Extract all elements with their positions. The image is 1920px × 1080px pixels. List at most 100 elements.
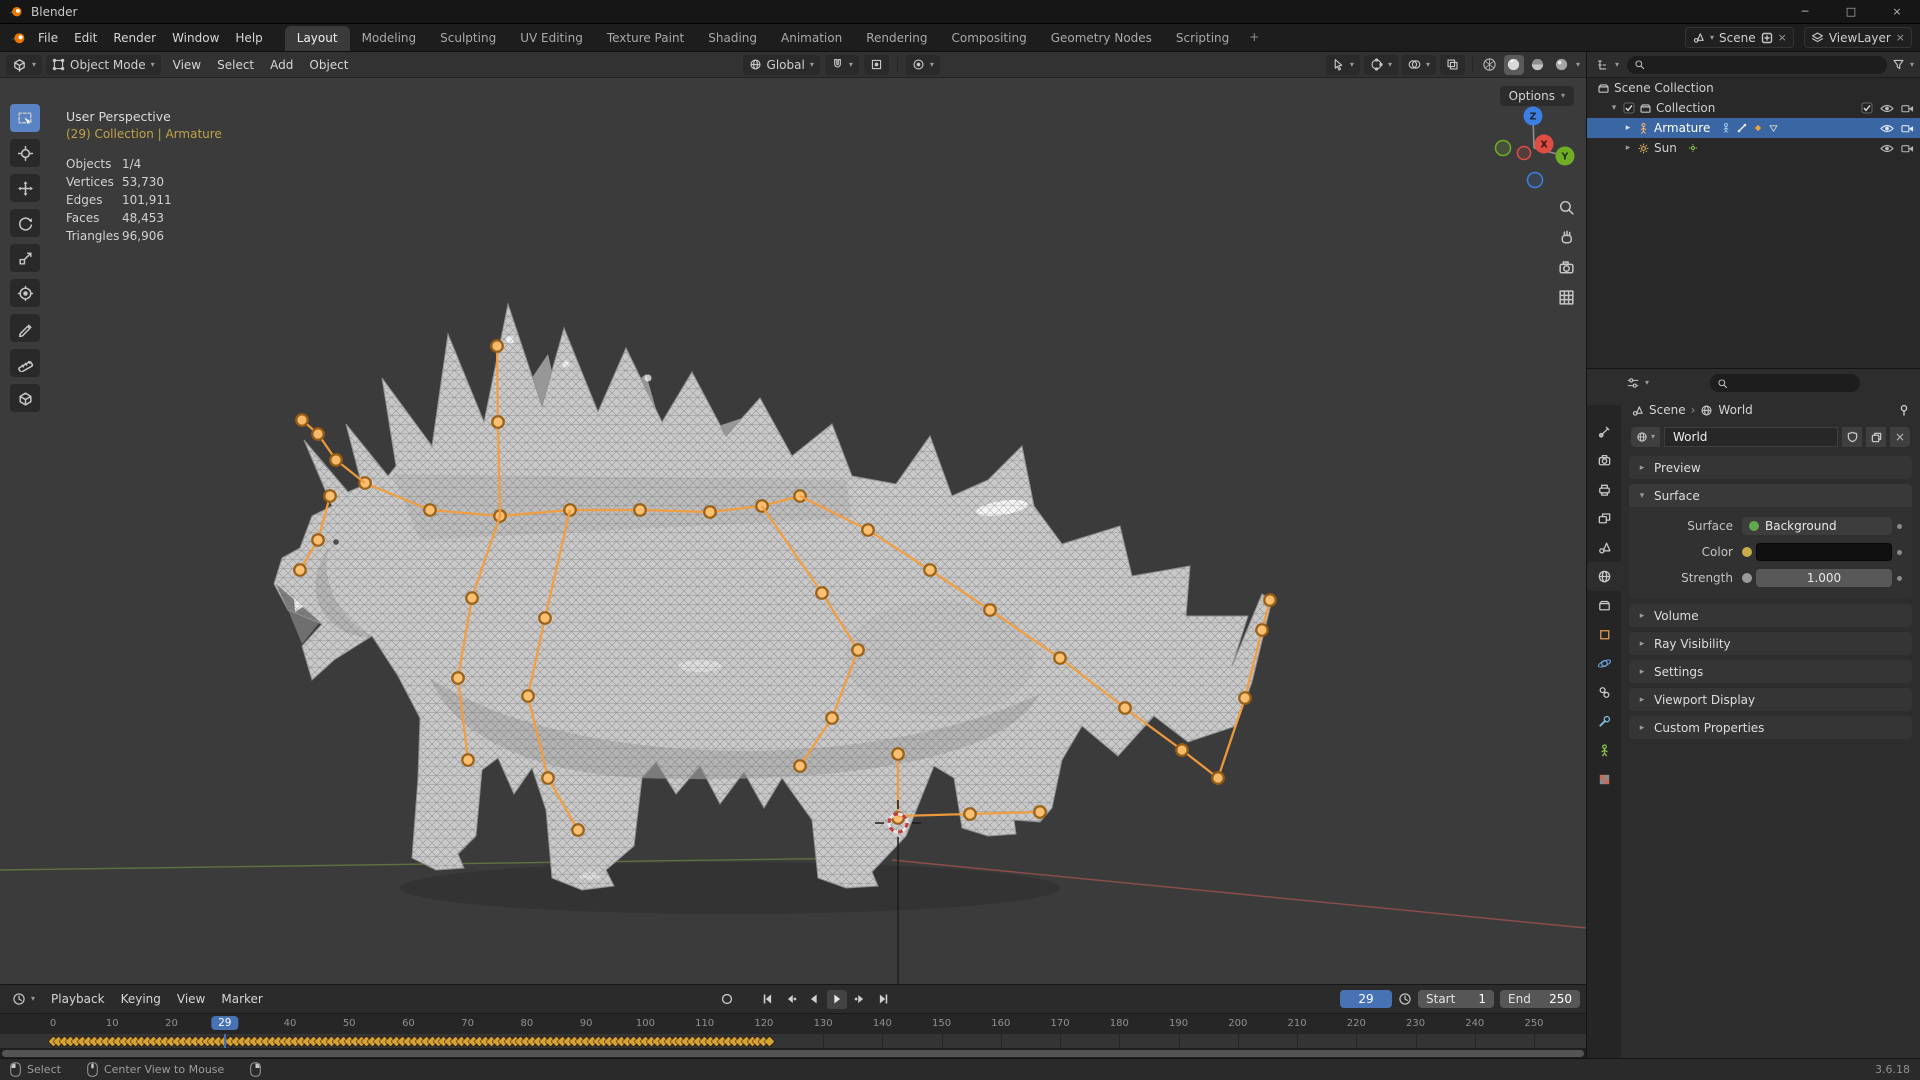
properties-search[interactable] — [1710, 374, 1860, 392]
blender-menu-icon[interactable] — [10, 30, 26, 46]
surface-type-button[interactable]: Background — [1742, 517, 1892, 535]
workspace-tab[interactable]: Shading — [696, 26, 769, 51]
decorator-dot[interactable] — [1892, 576, 1906, 581]
viewport-menu-item[interactable]: View — [165, 54, 209, 76]
new-scene-icon[interactable] — [1761, 32, 1773, 44]
filter-funnel-icon[interactable] — [1892, 58, 1905, 71]
world-tab[interactable] — [1587, 562, 1621, 591]
snap-toggle[interactable]: ▾ — [824, 54, 859, 75]
outliner-editor-type-button[interactable]: ▾ — [1593, 55, 1622, 75]
checkbox-checked-icon[interactable] — [1861, 102, 1873, 114]
object-tab[interactable] — [1587, 620, 1621, 649]
outliner-item-sun[interactable]: ▸ Sun — [1587, 138, 1920, 158]
strength-field[interactable]: 1.000 — [1756, 569, 1892, 587]
auto-keying-button[interactable] — [717, 990, 737, 1009]
workspace-tab[interactable]: Sculpting — [428, 26, 508, 51]
hide-eye-icon[interactable] — [1880, 143, 1894, 154]
outliner-item-armature[interactable]: ▸ Armature — [1587, 118, 1920, 138]
end-frame-field[interactable]: End 250 — [1500, 990, 1580, 1008]
vertex-group-icon[interactable] — [1768, 123, 1779, 134]
breadcrumb-scene[interactable]: Scene — [1649, 403, 1686, 417]
navigation-gizmo[interactable]: Z X Y — [1486, 100, 1582, 196]
color-socket-icon[interactable] — [1742, 547, 1752, 557]
scene-selector[interactable]: ▾ Scene × — [1685, 27, 1794, 48]
modifiers-tab[interactable] — [1587, 707, 1621, 736]
topbar-menu-item[interactable]: Help — [227, 27, 270, 49]
view-layer-tab[interactable] — [1587, 504, 1621, 533]
texture-tab[interactable] — [1587, 765, 1621, 794]
cursor-tool[interactable] — [10, 139, 40, 167]
workspace-tab[interactable]: Modeling — [350, 26, 429, 51]
light-data-icon[interactable] — [1687, 142, 1699, 154]
workspace-tab[interactable]: Texture Paint — [595, 26, 696, 51]
timeline-menu-item[interactable]: Marker — [213, 988, 270, 1010]
workspace-tab[interactable]: Rendering — [854, 26, 939, 51]
outliner-item-collection[interactable]: ▾ Collection — [1587, 98, 1920, 118]
unlink-world-button[interactable]: × — [1890, 427, 1910, 447]
close-button[interactable]: × — [1874, 0, 1920, 23]
timeline-menu-item[interactable]: Keying — [113, 988, 169, 1010]
decorator-dot[interactable] — [1892, 550, 1906, 555]
panel-viewport-display[interactable]: ▸ Viewport Display — [1629, 688, 1912, 711]
workspace-tab[interactable]: Compositing — [939, 26, 1038, 51]
creature-mesh[interactable] — [273, 303, 1273, 891]
gizmo-axis-neg-z[interactable] — [1526, 171, 1544, 189]
topbar-menu-item[interactable]: File — [30, 27, 66, 49]
3d-scene[interactable] — [0, 78, 1586, 984]
play-button[interactable] — [827, 989, 848, 1009]
editor-type-button[interactable]: ▾ — [6, 54, 43, 75]
rotate-tool[interactable] — [10, 209, 40, 237]
jump-to-end-button[interactable] — [873, 990, 893, 1009]
value-socket-icon[interactable] — [1742, 573, 1752, 583]
world-name-field[interactable]: World — [1664, 427, 1838, 447]
shading-rendered-button[interactable] — [1552, 55, 1572, 75]
tool-tab[interactable] — [1587, 417, 1621, 446]
decorator-dot[interactable] — [1892, 524, 1906, 529]
overlays-dropdown[interactable]: ▾ — [1401, 54, 1436, 75]
jump-to-start-button[interactable] — [758, 990, 778, 1009]
disclosure-triangle-icon[interactable]: ▸ — [1623, 143, 1633, 153]
workspace-tab[interactable]: Layout — [284, 26, 350, 51]
viewport-menu-item[interactable]: Add — [262, 54, 301, 76]
snap-target-button[interactable] — [863, 54, 889, 75]
timeline-keyframe-track[interactable] — [0, 1034, 1586, 1048]
gizmo-axis-neg-x[interactable] — [1516, 145, 1532, 161]
measure-tool[interactable] — [10, 349, 40, 377]
viewport-menu-item[interactable]: Object — [301, 54, 356, 76]
disclosure-triangle-icon[interactable]: ▾ — [1609, 103, 1619, 113]
workspace-tab[interactable]: UV Editing — [508, 26, 595, 51]
properties-editor-type-button[interactable]: ▾ — [1623, 373, 1652, 393]
transform-tool[interactable] — [10, 279, 40, 307]
outliner-search-input[interactable] — [1649, 58, 1880, 71]
workspace-tab[interactable]: Geometry Nodes — [1039, 26, 1164, 51]
scale-tool[interactable] — [10, 244, 40, 272]
timeline-menu-item[interactable]: Playback — [43, 988, 113, 1010]
prev-keyframe-button[interactable] — [781, 990, 801, 1009]
start-frame-field[interactable]: Start 1 — [1418, 990, 1494, 1008]
add-workspace-button[interactable]: + — [1241, 25, 1267, 50]
topbar-menu-item[interactable]: Window — [164, 27, 227, 49]
timeline-menu-item[interactable]: View — [169, 988, 213, 1010]
shading-material-button[interactable] — [1528, 55, 1548, 75]
pose-icon[interactable] — [1720, 122, 1732, 134]
workspace-tab[interactable]: Scripting — [1164, 26, 1241, 51]
orthographic-grid-icon[interactable] — [1557, 288, 1576, 307]
physics-tab[interactable] — [1587, 649, 1621, 678]
play-reverse-button[interactable] — [804, 990, 824, 1009]
output-tab[interactable] — [1587, 475, 1621, 504]
disable-render-camera-icon[interactable] — [1901, 103, 1914, 114]
move-tool[interactable] — [10, 174, 40, 202]
constraints-tab[interactable] — [1587, 678, 1621, 707]
camera-view-icon[interactable] — [1557, 258, 1576, 277]
minimize-button[interactable]: ─ — [1782, 0, 1828, 23]
shading-wireframe-button[interactable] — [1480, 55, 1500, 75]
unlink-scene-icon[interactable]: × — [1778, 31, 1787, 44]
add-cube-tool[interactable] — [10, 384, 40, 412]
gizmo-axis-neg[interactable] — [1494, 139, 1512, 157]
mode-dropdown[interactable]: Object Mode ▾ — [46, 54, 161, 75]
disable-render-camera-icon[interactable] — [1901, 143, 1914, 154]
hide-eye-icon[interactable] — [1880, 103, 1894, 114]
viewport-menu-item[interactable]: Select — [209, 54, 262, 76]
panel-custom-properties[interactable]: ▸ Custom Properties — [1629, 716, 1912, 739]
zoom-icon[interactable] — [1557, 198, 1576, 217]
